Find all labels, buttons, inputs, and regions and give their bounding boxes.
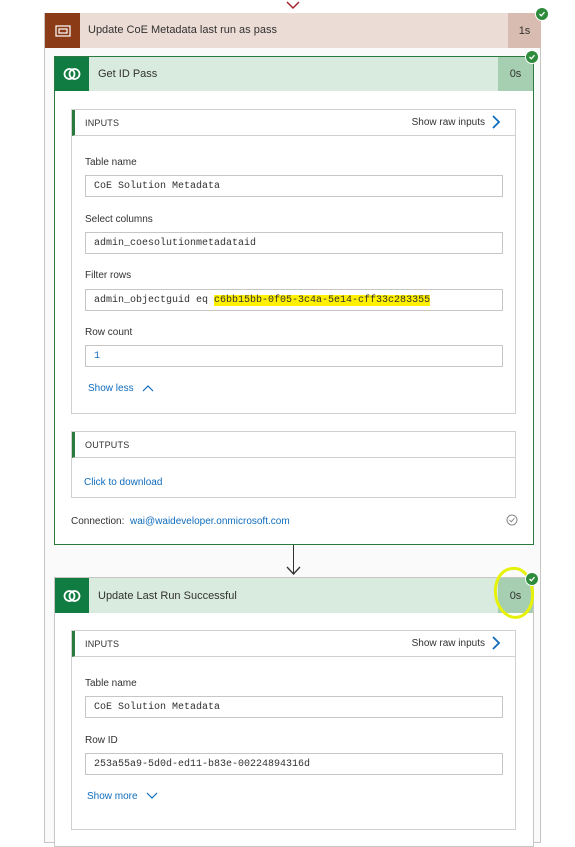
check-circle-icon (525, 572, 539, 586)
filter-rows-prefix: admin_objectguid eq (94, 295, 215, 306)
show-more-label: Show more (87, 791, 138, 802)
dataverse-icon (55, 578, 89, 613)
chevron-right-icon[interactable] (491, 636, 501, 650)
connection-account[interactable]: wai@waideveloper.onmicrosoft.com (130, 516, 290, 527)
action-title: Get ID Pass (98, 68, 158, 80)
dataverse-icon (55, 57, 89, 91)
outputs-heading: OUTPUTS (85, 440, 130, 450)
inputs-section: INPUTS Show raw inputs (71, 109, 516, 414)
table-name-field: CoE Solution Metadata (85, 696, 503, 718)
inputs-heading: INPUTS (85, 118, 120, 128)
filter-rows-field: admin_objectguid eq c6bb15bb-0f05-3c4a-5… (85, 289, 503, 311)
check-circle-icon (525, 50, 539, 64)
check-circle-icon (535, 7, 549, 21)
inputs-header[interactable]: INPUTS Show raw inputs (72, 110, 515, 136)
inputs-header[interactable]: INPUTS Show raw inputs (72, 631, 515, 657)
flow-arrow-top (286, 1, 300, 10)
flow-arrow-icon (286, 566, 301, 575)
field-label-row-count: Row count (85, 327, 133, 338)
inputs-heading: INPUTS (85, 639, 120, 649)
chevron-right-icon[interactable] (491, 115, 501, 129)
chevron-up-icon (142, 385, 154, 392)
row-count-field: 1 (85, 345, 503, 367)
show-raw-inputs-link[interactable]: Show raw inputs (412, 638, 485, 649)
select-columns-field: admin_coesolutionmetadataid (85, 232, 503, 254)
show-less-label: Show less (88, 383, 134, 394)
show-raw-inputs-link[interactable]: Show raw inputs (412, 117, 485, 128)
field-label-filter-rows: Filter rows (85, 270, 132, 281)
scope-title: Update CoE Metadata last run as pass (88, 24, 277, 36)
scope-icon (45, 13, 80, 48)
table-name-field: CoE Solution Metadata (85, 175, 503, 197)
show-more-link[interactable]: Show more (87, 791, 158, 802)
connection-status-icon (506, 514, 518, 526)
field-label-row-id: Row ID (85, 735, 118, 746)
field-label-select-columns: Select columns (85, 214, 153, 225)
click-to-download-link[interactable]: Click to download (84, 477, 162, 488)
connection-label: Connection: (71, 516, 125, 527)
outputs-header[interactable]: OUTPUTS (72, 432, 515, 458)
field-label-table-name: Table name (85, 157, 137, 168)
filter-rows-guid: c6bb15bb-0f05-3c4a-5e14-cff33c283355 (214, 295, 431, 306)
chevron-down-icon (146, 792, 158, 800)
show-less-link[interactable]: Show less (88, 383, 154, 394)
action-title: Update Last Run Successful (98, 590, 237, 602)
field-label-table-name: Table name (85, 678, 137, 689)
row-id-field: 253a55a9-5d0d-ed11-b83e-00224894316d (85, 753, 503, 775)
